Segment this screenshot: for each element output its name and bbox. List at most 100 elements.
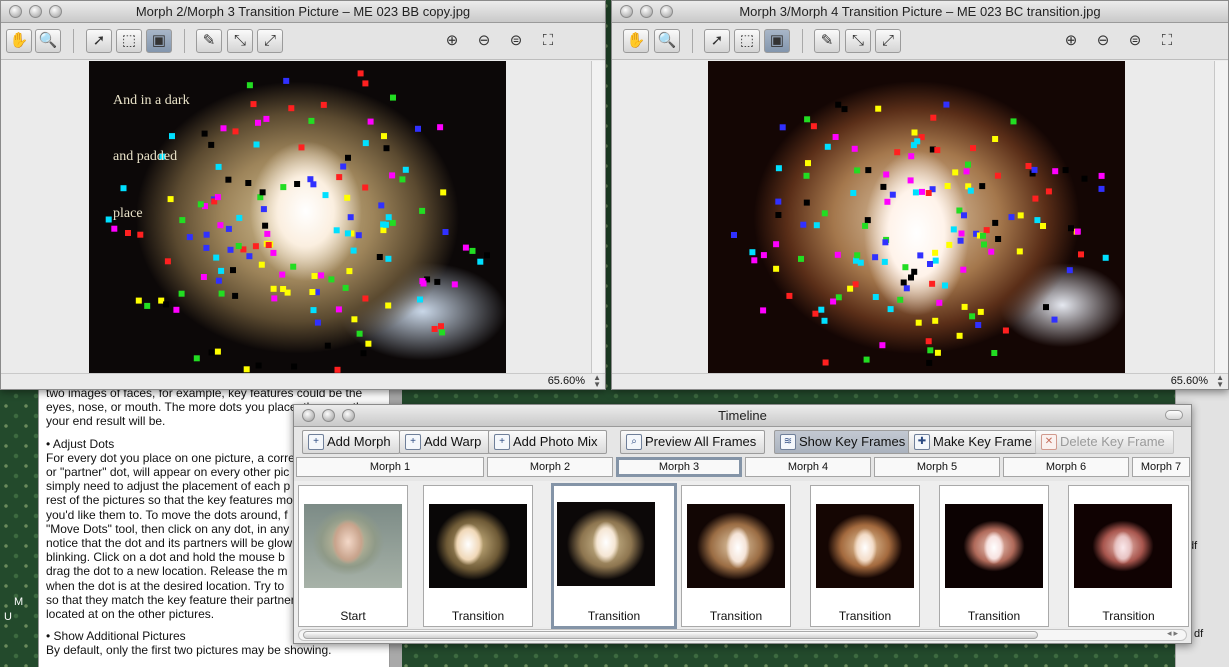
morph-dot[interactable] bbox=[360, 350, 367, 357]
morph-dot[interactable] bbox=[952, 169, 959, 176]
morph-dot[interactable] bbox=[841, 106, 848, 113]
morph-dot[interactable] bbox=[260, 206, 267, 213]
morph-dot[interactable] bbox=[434, 278, 441, 285]
morph-dot[interactable] bbox=[884, 198, 891, 205]
morph-photo-right[interactable] bbox=[708, 61, 1125, 374]
morph-dot[interactable] bbox=[879, 342, 886, 349]
tab-morph-5[interactable]: Morph 5 bbox=[874, 457, 1000, 477]
morph-dot[interactable] bbox=[225, 225, 232, 232]
morph-dot[interactable] bbox=[236, 214, 243, 221]
morph-dot[interactable] bbox=[469, 247, 476, 254]
morph-dot[interactable] bbox=[851, 145, 858, 152]
morph-dot[interactable] bbox=[889, 191, 896, 198]
morph-dot[interactable] bbox=[350, 247, 357, 254]
morph-dot[interactable] bbox=[214, 194, 221, 201]
morph-dot[interactable] bbox=[1078, 251, 1084, 258]
morph-dot[interactable] bbox=[915, 319, 922, 326]
morph-dot[interactable] bbox=[197, 201, 204, 208]
morph-dot[interactable] bbox=[298, 144, 305, 151]
morph-dot[interactable] bbox=[994, 172, 1001, 179]
add-dot-tool-button[interactable]: ✎ bbox=[196, 29, 222, 53]
minimize-button[interactable] bbox=[640, 5, 653, 18]
morph-dot[interactable] bbox=[1032, 195, 1039, 202]
morph-dot[interactable] bbox=[125, 230, 131, 236]
make-key-frame-button[interactable]: ✚ Make Key Frame bbox=[908, 430, 1041, 454]
morph-dot[interactable] bbox=[173, 306, 180, 313]
frame-thumbnail[interactable]: Transition bbox=[681, 485, 791, 627]
morph-dot[interactable] bbox=[932, 249, 939, 256]
tab-morph-4[interactable]: Morph 4 bbox=[745, 457, 871, 477]
select-tool-button[interactable]: ➚ bbox=[86, 29, 112, 53]
morph-dot[interactable] bbox=[200, 274, 207, 280]
hand-tool-button[interactable]: ✋ bbox=[6, 29, 32, 53]
morph-dot[interactable] bbox=[201, 130, 208, 137]
morph-dot[interactable] bbox=[333, 227, 340, 234]
morph-dot[interactable] bbox=[961, 303, 968, 310]
morph-dot[interactable] bbox=[215, 277, 222, 284]
tab-morph-3[interactable]: Morph 3 bbox=[616, 457, 742, 477]
morph-dot[interactable] bbox=[137, 231, 144, 238]
select-tool-button[interactable]: ➚ bbox=[704, 29, 730, 53]
morph-dot[interactable] bbox=[217, 222, 224, 229]
show-key-frames-button[interactable]: ≋ Show Key Frames bbox=[774, 430, 915, 454]
morph-dot[interactable] bbox=[932, 257, 939, 264]
morph-dot[interactable] bbox=[934, 147, 941, 154]
morph-dot[interactable] bbox=[380, 221, 387, 228]
morph-dot[interactable] bbox=[314, 319, 321, 326]
morph-dot[interactable] bbox=[357, 70, 364, 77]
morph-dot[interactable] bbox=[484, 252, 490, 259]
morph-dot[interactable] bbox=[399, 176, 406, 183]
morph-dot[interactable] bbox=[958, 230, 965, 237]
frame-thumbnail[interactable]: Transition bbox=[1068, 485, 1189, 627]
add-dot-tool-button[interactable]: ✎ bbox=[814, 29, 840, 53]
morph-dot[interactable] bbox=[1045, 188, 1052, 195]
morph-dot[interactable] bbox=[970, 145, 976, 152]
morph-dot[interactable] bbox=[1068, 225, 1074, 232]
morph-dot[interactable] bbox=[390, 94, 396, 101]
zoom-fit-button[interactable]: ⊜ bbox=[503, 29, 529, 53]
add-photo-mix-button[interactable]: + Add Photo Mix bbox=[488, 430, 607, 454]
hand-tool-button[interactable]: ✋ bbox=[623, 29, 649, 53]
remove-dot-tool-button[interactable]: ⤡ bbox=[845, 29, 871, 53]
link-dot-tool-button[interactable]: ⤢ bbox=[257, 29, 283, 53]
morph-dot[interactable] bbox=[1016, 248, 1023, 255]
frame-thumbnail[interactable]: Transition bbox=[939, 485, 1049, 627]
morph-dot[interactable] bbox=[818, 306, 825, 313]
morph-dot[interactable] bbox=[264, 230, 271, 237]
add-warp-button[interactable]: + Add Warp bbox=[399, 430, 491, 454]
morph-dot[interactable] bbox=[821, 317, 828, 324]
morph-dot[interactable] bbox=[218, 290, 225, 297]
morph-dot[interactable] bbox=[186, 234, 193, 241]
morph-dot[interactable] bbox=[943, 101, 950, 108]
magnify-tool-button[interactable]: 🔍 bbox=[654, 29, 680, 53]
morph-dot[interactable] bbox=[903, 285, 910, 292]
morph-dot[interactable] bbox=[415, 125, 421, 132]
morph-dot[interactable] bbox=[246, 253, 253, 260]
morph-dot[interactable] bbox=[830, 298, 837, 305]
morph-dot[interactable] bbox=[908, 274, 914, 281]
scrollbar-knob[interactable] bbox=[303, 631, 1038, 639]
morph-dot[interactable] bbox=[214, 348, 221, 355]
morph-dot[interactable] bbox=[431, 326, 438, 332]
morph-dot[interactable] bbox=[932, 317, 939, 324]
morph-dot[interactable] bbox=[270, 249, 277, 256]
morph-dot[interactable] bbox=[385, 255, 392, 262]
morph-dot[interactable] bbox=[862, 222, 869, 229]
morph-dot[interactable] bbox=[263, 115, 270, 122]
morph-dot[interactable] bbox=[193, 355, 200, 362]
morph-dot[interactable] bbox=[880, 183, 887, 190]
zoom-level[interactable]: 65.60% bbox=[1171, 375, 1208, 387]
close-button[interactable] bbox=[620, 5, 633, 18]
morph-dot[interactable] bbox=[957, 237, 964, 244]
morph-dot[interactable] bbox=[336, 174, 343, 181]
morph-dot[interactable] bbox=[805, 160, 811, 167]
morph-dot[interactable] bbox=[1025, 163, 1032, 169]
morph-dot[interactable] bbox=[894, 149, 901, 156]
morph-dot[interactable] bbox=[309, 289, 316, 295]
morph-dot[interactable] bbox=[367, 118, 374, 125]
morph-dot[interactable] bbox=[111, 225, 118, 232]
link-dot-tool-button[interactable]: ⤢ bbox=[875, 29, 901, 53]
morph-dot[interactable] bbox=[347, 214, 354, 221]
morph-dot[interactable] bbox=[800, 221, 807, 228]
morph-dot[interactable] bbox=[215, 163, 222, 170]
